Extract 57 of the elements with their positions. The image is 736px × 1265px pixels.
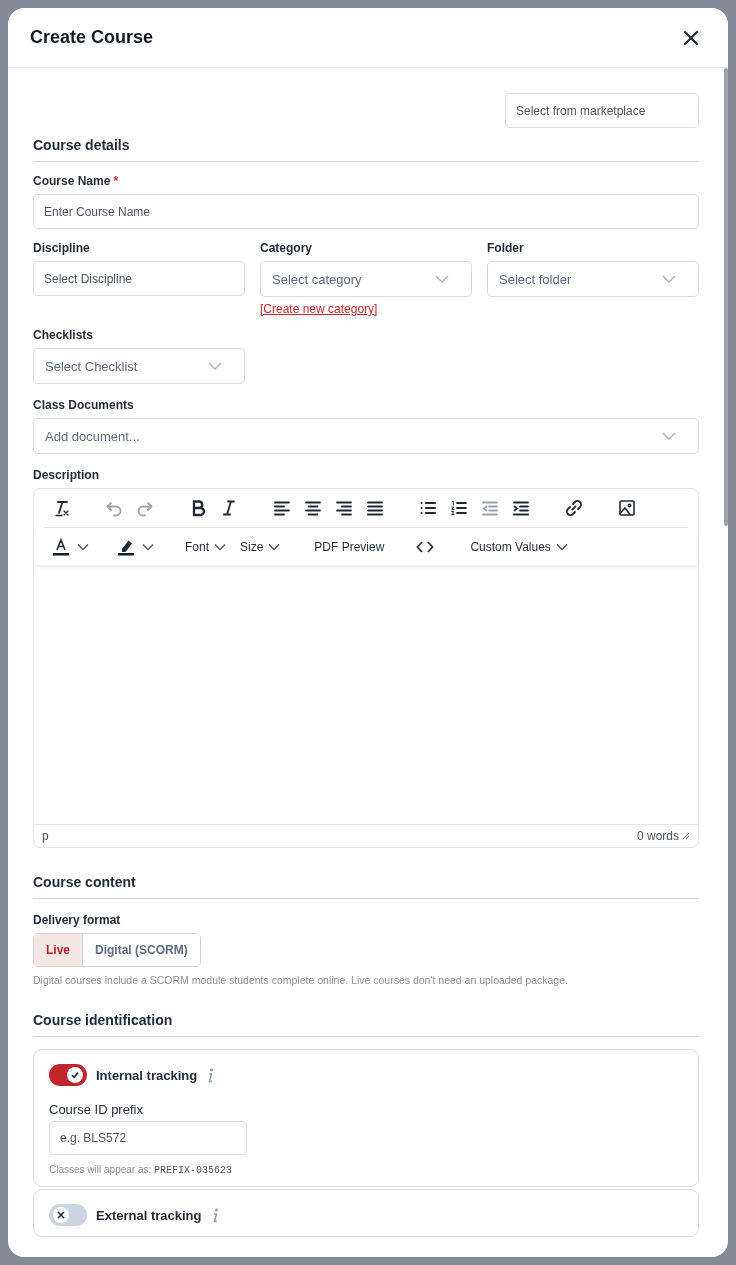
font-dropdown[interactable]: Font bbox=[185, 539, 226, 554]
scrollbar[interactable] bbox=[724, 68, 728, 526]
toggle-switch[interactable] bbox=[49, 1204, 87, 1226]
field-label: Checklists bbox=[33, 328, 95, 342]
field-label: Course Name bbox=[33, 174, 111, 188]
category-dropdown[interactable]: Select category bbox=[260, 261, 472, 297]
resize-handle-icon[interactable] bbox=[682, 832, 690, 840]
code-icon[interactable] bbox=[416, 539, 435, 554]
word-count: 0 words bbox=[636, 829, 679, 843]
caret-icon bbox=[214, 542, 226, 551]
marketplace-button[interactable]: Select from marketplace bbox=[505, 93, 699, 128]
toggle-label: Internal tracking bbox=[96, 1067, 198, 1083]
numbered-list-icon[interactable] bbox=[449, 498, 469, 518]
custom-values-dropdown[interactable]: Custom Values bbox=[470, 539, 568, 554]
image-icon[interactable] bbox=[617, 498, 637, 518]
field-label: Class Documents bbox=[33, 398, 135, 412]
caret-icon[interactable] bbox=[142, 542, 154, 551]
section-heading: Course identification bbox=[33, 1012, 699, 1037]
course-id-prefix-field[interactable]: e.g. BLS572 bbox=[49, 1121, 247, 1155]
field-label: Folder bbox=[487, 241, 525, 255]
text-color-icon[interactable] bbox=[51, 536, 71, 557]
cross-icon bbox=[56, 1210, 66, 1220]
check-icon bbox=[70, 1070, 80, 1080]
course-name-field[interactable]: Enter Course Name bbox=[33, 194, 699, 229]
field-label: Description bbox=[33, 468, 100, 482]
element-path: p bbox=[42, 829, 50, 843]
field-label: Course ID prefix bbox=[49, 1102, 144, 1117]
field-label: Delivery format bbox=[33, 913, 122, 927]
checklist-dropdown[interactable]: Select Checklist bbox=[33, 348, 245, 384]
delivery-format-option[interactable]: Digital (SCORM) bbox=[82, 934, 200, 966]
hint-text: Classes will appear as: PREFIX-035623 bbox=[49, 1164, 234, 1176]
link-icon[interactable] bbox=[564, 498, 584, 518]
field-label: Discipline bbox=[33, 241, 91, 255]
size-dropdown[interactable]: Size bbox=[240, 539, 281, 554]
field-label: Category bbox=[260, 241, 313, 255]
chevron-down-icon bbox=[662, 432, 676, 440]
required-mark: * bbox=[113, 174, 119, 188]
delivery-format-option[interactable]: Live bbox=[34, 934, 82, 966]
chevron-down-icon bbox=[208, 362, 222, 370]
info-icon[interactable] bbox=[206, 1067, 215, 1083]
chevron-down-icon bbox=[435, 275, 449, 283]
discipline-field[interactable]: Select Discipline bbox=[33, 261, 245, 296]
folder-dropdown[interactable]: Select folder bbox=[487, 261, 699, 297]
hint-text: Digital courses include a SCORM module students complete online. Live courses don't need an uploaded package. bbox=[33, 974, 569, 986]
pdf-preview-button[interactable]: PDF Preview bbox=[314, 539, 385, 554]
create-category-link[interactable]: [Create new category] bbox=[260, 302, 378, 316]
caret-icon bbox=[268, 542, 281, 551]
chevron-down-icon bbox=[662, 275, 676, 283]
documents-dropdown[interactable]: Add document... bbox=[33, 418, 699, 454]
caret-icon[interactable] bbox=[77, 542, 89, 551]
toggle-switch[interactable] bbox=[49, 1064, 87, 1086]
section-heading: Course content bbox=[33, 874, 699, 899]
caret-icon bbox=[555, 542, 568, 551]
toggle-label: External tracking bbox=[96, 1207, 202, 1223]
dialog-title: Create Course bbox=[30, 27, 154, 48]
close-icon[interactable] bbox=[684, 30, 698, 45]
section-heading: Course details bbox=[33, 137, 699, 162]
